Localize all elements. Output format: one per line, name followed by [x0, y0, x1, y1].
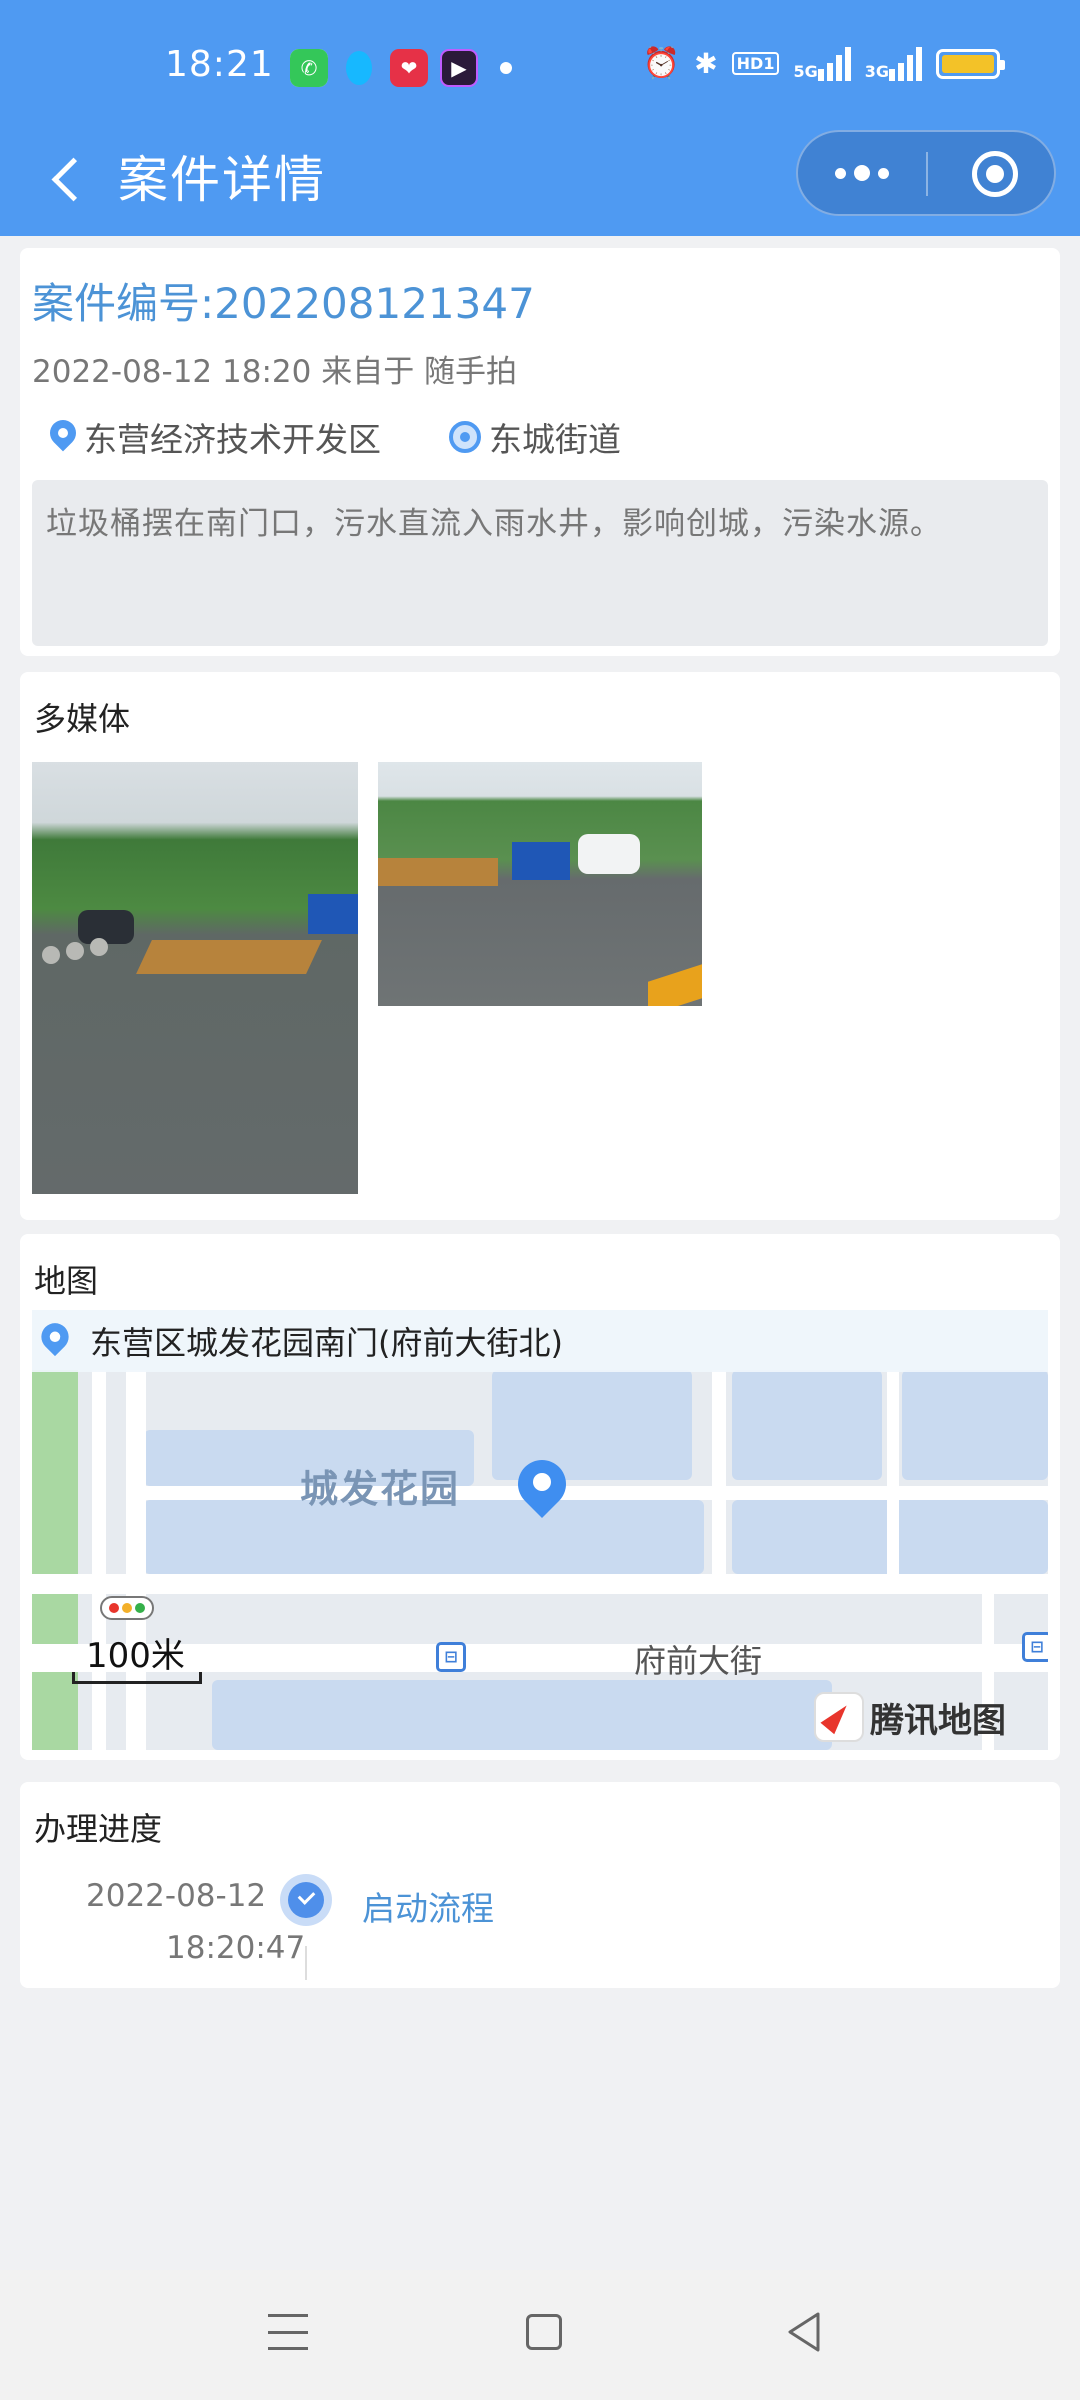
hd-icon: HD1: [731, 52, 780, 75]
status-bar: 18:21 周日28 ❤ ✆ ▶ ⏰ ✱ HD1 5G 3G: [0, 0, 1080, 130]
system-navigation-bar: [0, 2270, 1080, 2400]
more-options-button[interactable]: [798, 132, 926, 214]
page-title: 案件详情: [118, 151, 326, 209]
street-target-icon: [449, 421, 481, 453]
case-number: 案件编号:202208121347: [32, 279, 535, 328]
more-notifications-dot-icon: [500, 62, 512, 74]
map-provider-logo: 腾讯地图: [814, 1692, 1006, 1742]
compass-icon: [814, 1692, 864, 1742]
address-pin-icon: [41, 1323, 68, 1359]
signal-5g-icon: 5G: [793, 46, 851, 81]
system-icons: ⏰ ✱ HD1 5G 3G: [642, 46, 1005, 81]
timeline-line: [305, 1946, 307, 1980]
map-view[interactable]: 东营区城发花园南门(府前大街北) 城发花园 府前大街 ⊟ ⊟ 100米 腾讯地图: [32, 1310, 1048, 1750]
status-time: 18:21: [165, 44, 274, 85]
battery-icon: [936, 48, 1005, 79]
map-address: 东营区城发花园南门(府前大街北): [90, 1324, 563, 1362]
drop-app-icon: [340, 49, 378, 87]
map-scale-bar: [72, 1672, 202, 1684]
media-photo-2[interactable]: [378, 762, 702, 1006]
heart-app-icon: ❤: [390, 49, 428, 87]
phone-app-icon: ✆: [290, 49, 328, 87]
step-check-icon: [280, 1874, 332, 1926]
location-pin-icon: [50, 420, 76, 454]
traffic-light-icon[interactable]: [100, 1596, 154, 1620]
recent-apps-button[interactable]: [268, 2314, 308, 2350]
map-title: 地图: [34, 1262, 99, 1300]
close-mini-program-button[interactable]: [972, 151, 1018, 197]
street-label: 东城街道: [489, 420, 621, 459]
navigation-bar: 案件详情: [0, 130, 1080, 236]
case-description: 垃圾桶摆在南门口，污水直流入雨水井，影响创城，污染水源。: [32, 480, 1048, 646]
system-back-button[interactable]: [784, 2310, 824, 2354]
app-header: 18:21 周日28 ❤ ✆ ▶ ⏰ ✱ HD1 5G 3G 案件详情: [0, 0, 1080, 236]
bus-stop-icon: ⊟: [436, 1642, 466, 1672]
map-location-marker-icon[interactable]: [516, 1460, 568, 1530]
signal-3g-icon: 3G: [865, 46, 922, 81]
bluetooth-icon: ✱: [694, 47, 718, 80]
location-row: 东营经济技术开发区 东城街道: [50, 413, 621, 461]
map-address-bar: 东营区城发花园南门(府前大街北): [32, 1310, 1048, 1372]
step-time: 18:20:47: [166, 1930, 306, 1966]
media-photo-1[interactable]: [32, 762, 358, 1194]
progress-title: 办理进度: [34, 1810, 163, 1848]
mini-program-capsule: [796, 130, 1056, 216]
map-area-label: 城发花园: [300, 1467, 461, 1511]
district-label: 东营经济技术开发区: [84, 420, 381, 459]
back-arrow-icon[interactable]: [40, 150, 100, 210]
alarm-icon: ⏰: [642, 46, 681, 81]
bus-stop-icon: ⊟: [1022, 1632, 1048, 1662]
home-button[interactable]: [526, 2314, 562, 2350]
progress-card: 办理进度 2022-08-12 18:20:47 启动流程: [20, 1782, 1060, 1988]
map-card: 地图 东营区城发花园南门(府前大街北) 城发花园 府前大街 ⊟ ⊟ 100米 腾…: [20, 1234, 1060, 1760]
step-label: 启动流程: [362, 1889, 494, 1928]
case-meta: 2022-08-12 18:20 来自于 随手拍: [32, 354, 518, 390]
map-road-label: 府前大街: [634, 1642, 763, 1680]
media-card: 多媒体: [20, 672, 1060, 1220]
media-title: 多媒体: [34, 700, 131, 738]
step-date: 2022-08-12: [86, 1878, 267, 1914]
notification-icons: 周日28 ❤ ✆ ▶: [290, 48, 512, 88]
capsule-divider: [926, 152, 928, 196]
map-scale-label: 100米: [86, 1636, 185, 1676]
case-info-card: 案件编号:202208121347 2022-08-12 18:20 来自于 随…: [20, 248, 1060, 656]
video-app-icon: ▶: [440, 49, 478, 87]
